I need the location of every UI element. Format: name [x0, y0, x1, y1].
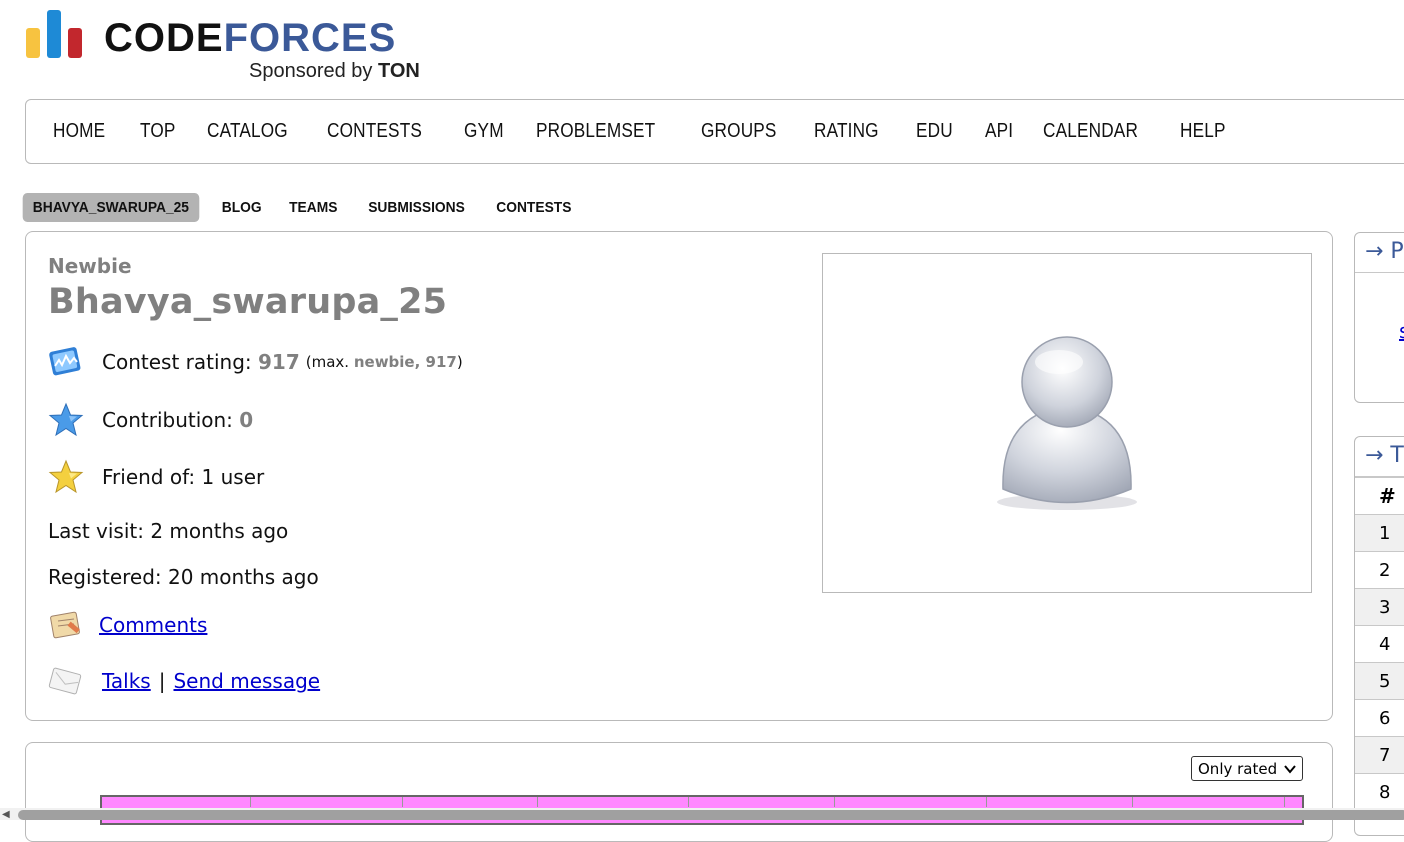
link-separator: |: [158, 669, 166, 693]
table-row: 3: [1355, 588, 1404, 626]
gold-star-icon: [48, 459, 84, 495]
menu-top[interactable]: TOP: [140, 120, 176, 143]
horizontal-scrollbar[interactable]: ◀: [0, 808, 1404, 820]
user-rank: Newbie: [48, 254, 132, 278]
graph-grid-tick: [1132, 797, 1133, 807]
sidebar-box-top-rated: → T # 1 2 3 4 5 6 7 8: [1354, 436, 1404, 836]
table-row: 6: [1355, 699, 1404, 737]
logo-wordmark: CODEFORCES: [104, 16, 397, 60]
menu-catalog[interactable]: CATALOG: [207, 120, 288, 143]
graph-grid-tick: [250, 797, 251, 807]
contest-rating-label: Contest rating:: [102, 350, 252, 374]
user-info-box: Newbie Bhavya_swarupa_25 Contest rating:…: [25, 231, 1333, 721]
logo-bar-red: [68, 28, 82, 58]
graph-grid-tick: [986, 797, 987, 807]
talks-link[interactable]: Talks: [102, 669, 151, 693]
rating-graph-box: Only rated: [25, 742, 1333, 842]
rating-graph-icon: [48, 344, 84, 380]
tab-profile[interactable]: BHAVYA_SWARUPA_25: [22, 192, 200, 222]
scroll-left-arrow-icon[interactable]: ◀: [2, 809, 10, 820]
menu-home[interactable]: HOME: [53, 120, 105, 143]
chevron-down-icon: [1284, 760, 1296, 778]
comments-icon: [48, 607, 84, 643]
table-row: 8: [1355, 773, 1404, 811]
registered: Registered: 20 months ago: [48, 565, 319, 589]
friend-of-line: Friend of: 1 user: [48, 459, 264, 495]
messages-line: Talks | Send message: [48, 663, 320, 699]
avatar: [822, 253, 1312, 593]
table-row: 2: [1355, 551, 1404, 589]
only-rated-select[interactable]: Only rated: [1191, 756, 1303, 781]
default-user-icon: [997, 336, 1137, 510]
graph-grid-tick: [537, 797, 538, 807]
contribution-line: Contribution: 0: [48, 402, 253, 438]
scrollbar-thumb[interactable]: [18, 810, 1404, 820]
last-visit: Last visit: 2 months ago: [48, 519, 289, 543]
table-row: 7: [1355, 736, 1404, 774]
logo-bar-yellow: [26, 28, 40, 58]
table-row: 5: [1355, 662, 1404, 700]
codeforces-logo[interactable]: CODEFORCES Sponsored by TON: [24, 8, 444, 88]
menu-calendar[interactable]: CALENDAR: [1043, 120, 1138, 143]
tab-contests[interactable]: CONTESTS: [486, 193, 581, 222]
friend-of-text: Friend of: 1 user: [102, 465, 265, 489]
graph-grid-tick: [402, 797, 403, 807]
sidebar-box-1-link[interactable]: s: [1399, 319, 1404, 343]
sidebar-box-2-caption[interactable]: → T: [1355, 437, 1404, 477]
send-message-link[interactable]: Send message: [173, 669, 320, 693]
menu-edu[interactable]: EDU: [916, 120, 953, 143]
tab-teams[interactable]: TEAMS: [279, 193, 348, 222]
only-rated-value: Only rated: [1198, 759, 1278, 778]
menu-api[interactable]: API: [985, 120, 1013, 143]
graph-grid-tick: [834, 797, 835, 807]
max-rating: (max. newbie, 917): [305, 353, 463, 371]
main-menu: HOME TOP CATALOG CONTESTS GYM PROBLEMSET…: [25, 99, 1404, 164]
contest-rating-value: 917: [258, 350, 300, 374]
top-rated-table: # 1 2 3 4 5 6 7 8: [1355, 477, 1404, 811]
table-row: 1: [1355, 514, 1404, 552]
profile-tabs: BHAVYA_SWARUPA_25 BLOG TEAMS SUBMISSIONS…: [15, 192, 587, 222]
menu-problemset[interactable]: PROBLEMSET: [536, 120, 655, 143]
comments-link[interactable]: Comments: [99, 613, 207, 637]
tab-blog[interactable]: BLOG: [211, 193, 271, 222]
logo-bar-blue: [47, 10, 61, 58]
contribution-label: Contribution:: [102, 408, 233, 432]
user-handle: Bhavya_swarupa_25: [48, 282, 448, 322]
menu-groups[interactable]: GROUPS: [701, 120, 777, 143]
contest-rating-line: Contest rating: 917 (max. newbie, 917): [48, 344, 463, 380]
table-row: 4: [1355, 625, 1404, 663]
blue-star-icon: [48, 402, 84, 438]
graph-grid-tick: [688, 797, 689, 807]
sidebar-box-1: → P s: [1354, 232, 1404, 403]
contribution-value: 0: [239, 408, 254, 432]
menu-help[interactable]: HELP: [1180, 120, 1226, 143]
graph-grid-tick: [1284, 797, 1285, 807]
menu-rating[interactable]: RATING: [814, 120, 879, 143]
logo-sponsor: Sponsored by TON: [249, 60, 420, 82]
menu-contests[interactable]: CONTESTS: [327, 120, 422, 143]
sidebar-box-1-caption[interactable]: → P: [1355, 233, 1404, 273]
menu-gym[interactable]: GYM: [464, 120, 504, 143]
envelope-icon: [48, 663, 84, 699]
comments-line: Comments: [48, 607, 207, 643]
table-header-rank: #: [1355, 477, 1404, 515]
tab-submissions[interactable]: SUBMISSIONS: [358, 193, 475, 222]
